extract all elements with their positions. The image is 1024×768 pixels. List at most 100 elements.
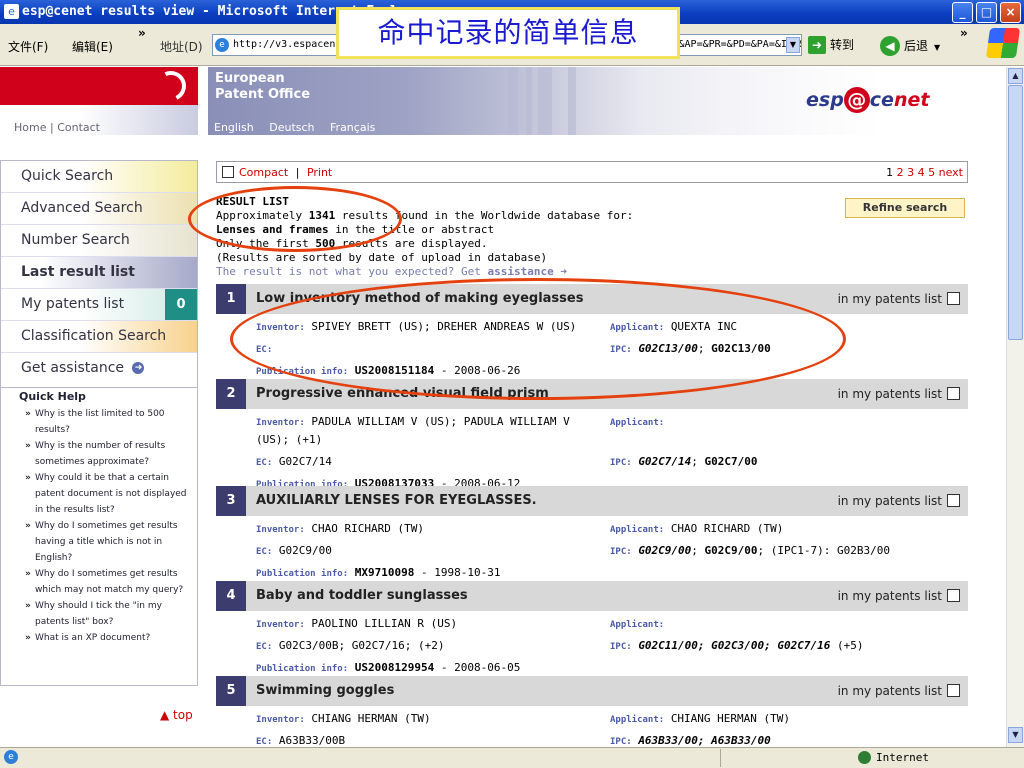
nav-advanced-search[interactable]: Advanced Search xyxy=(1,193,197,225)
go-label: 转到 xyxy=(830,38,855,52)
in-my-patents-checkbox[interactable] xyxy=(947,494,960,507)
contact-link[interactable]: Contact xyxy=(57,121,100,134)
ec-value: G02C7/14 xyxy=(278,455,332,468)
scroll-up-icon[interactable]: ▲ xyxy=(1008,68,1023,84)
result-header: 3 AUXILIARLY LENSES FOR EYEGLASSES. in my … xyxy=(216,486,968,516)
maximize-button[interactable]: □ xyxy=(976,2,997,23)
ec-field: EC: G02C9/00 xyxy=(256,544,332,557)
epo-title-line2: Patent Office xyxy=(215,87,311,102)
nav-last-result-list[interactable]: Last result list xyxy=(1,257,197,289)
compact-link[interactable]: Compact xyxy=(239,166,288,179)
inventor-field: Inventor: PADULA WILLIAM V (US); PADULA … xyxy=(256,415,570,428)
address-dropdown-icon[interactable]: ▼ xyxy=(786,37,800,53)
close-button[interactable]: × xyxy=(1000,2,1021,23)
quick-help-item[interactable]: Why should I tick the "in my patents lis… xyxy=(1,598,197,630)
lang-deutsch-link[interactable]: Deutsch xyxy=(269,121,314,134)
brand-part-3: net xyxy=(893,89,930,111)
page-link[interactable]: 3 xyxy=(907,166,914,179)
quick-help-item[interactable]: Why is the list limited to 500 results? xyxy=(1,406,197,438)
nav-number-search[interactable]: Number Search xyxy=(1,225,197,257)
ie-icon: e xyxy=(4,4,19,19)
nav-get-assistance-label: Get assistance xyxy=(21,360,125,376)
result-title-link[interactable]: AUXILIARLY LENSES FOR EYEGLASSES. xyxy=(256,493,537,508)
result-title-link[interactable]: Baby and toddler sunglasses xyxy=(256,588,468,603)
result-number: 4 xyxy=(216,581,246,611)
minimize-button[interactable]: _ xyxy=(952,2,973,23)
arrow-circle-icon: ➜ xyxy=(553,265,568,278)
up-triangle-icon: ▲ xyxy=(160,708,174,722)
in-my-patents-checkbox[interactable] xyxy=(947,684,960,697)
page-link[interactable]: 4 xyxy=(918,166,925,179)
my-patents-count-badge: 0 xyxy=(165,289,197,320)
annotation-label: 命中记录的简单信息 xyxy=(336,7,680,59)
quick-help-item[interactable]: Why do I sometimes get results having a … xyxy=(1,518,197,566)
brand-part-2: ce xyxy=(869,89,894,111)
quick-help-panel: Quick Help Why is the list limited to 50… xyxy=(0,388,198,686)
lang-francais-link[interactable]: Français xyxy=(330,121,375,134)
result-header: 5 Swimming goggles in my patents list xyxy=(216,676,968,706)
ipc-field: IPC: G02C7/14; G02C7/00 xyxy=(610,455,758,468)
nav-my-patents-list[interactable]: My patents list 0 xyxy=(1,289,197,321)
home-link[interactable]: Home xyxy=(14,121,46,134)
ipc-field: IPC: G02C9/00; G02C9/00; (IPC1-7): G02B3… xyxy=(610,544,890,557)
ipc-field: IPC: G02C11/00; G02C3/00; G02C7/16 (+5) xyxy=(610,639,864,652)
result-title-link[interactable]: Swimming goggles xyxy=(256,683,394,698)
nav-quick-search[interactable]: Quick Search xyxy=(1,161,197,193)
toolbar-more-chevron[interactable]: » xyxy=(960,26,968,40)
menu-edit[interactable]: 编辑(E) xyxy=(72,38,113,55)
publication-info-field: Publication info: US2008129954 - 2008-06… xyxy=(256,661,521,674)
epo-logo-icon xyxy=(151,67,191,106)
nav-get-assistance[interactable]: Get assistance ➜ xyxy=(1,353,197,385)
quick-help-item[interactable]: Why is the number of results sometimes a… xyxy=(1,438,197,470)
print-link[interactable]: Print xyxy=(307,166,332,179)
ipc-value-secondary[interactable]: G02C9/00 xyxy=(705,544,758,557)
back-button[interactable]: ◀ 后退 ▼ xyxy=(880,36,940,56)
view-links: Compact | Print xyxy=(239,166,332,179)
next-page-link[interactable]: next xyxy=(939,166,963,179)
nav-classification-search[interactable]: Classification Search xyxy=(1,321,197,353)
ipc-value-primary[interactable]: G02C7/14 xyxy=(638,455,691,468)
publication-number-link[interactable]: US2008129954 xyxy=(355,661,434,674)
zone-label: Internet xyxy=(876,751,929,764)
vertical-scrollbar[interactable]: ▲ ▼ xyxy=(1006,67,1024,747)
ec-field: EC: A63B33/00B xyxy=(256,734,346,747)
annotation-ellipse xyxy=(230,278,846,400)
menu-more-chevron[interactable]: » xyxy=(138,26,146,40)
applicant-field: Applicant: CHAO RICHARD (TW) xyxy=(610,522,784,535)
brand-part-1: esp xyxy=(806,89,844,111)
go-button[interactable]: ➜ 转到 xyxy=(808,36,854,54)
assistance-link[interactable]: assistance xyxy=(488,265,554,278)
scroll-thumb[interactable] xyxy=(1008,85,1023,340)
refine-search-button[interactable]: Refine search xyxy=(845,198,965,218)
quick-help-item[interactable]: Why do I sometimes get results which may… xyxy=(1,566,197,598)
inventor-value: CHIANG HERMAN (TW) xyxy=(311,712,431,725)
ipc-value-primary[interactable]: A63B33/00; A63B33/00 xyxy=(638,734,770,747)
ipc-value-primary[interactable]: G02C11/00; G02C3/00; G02C7/16 xyxy=(638,639,830,652)
result-number: 5 xyxy=(216,676,246,706)
publication-number-link[interactable]: MX9710098 xyxy=(355,566,415,579)
lang-english-link[interactable]: English xyxy=(214,121,254,134)
in-my-patents-checkbox[interactable] xyxy=(947,292,960,305)
status-bar: e Internet xyxy=(0,747,1024,768)
address-label: 地址(D) xyxy=(160,40,203,54)
left-nav: Quick Search Advanced Search Number Sear… xyxy=(0,160,198,388)
in-my-patents-label: in my patents list xyxy=(837,387,942,401)
applicant-field: Applicant: xyxy=(610,620,665,630)
ipc-value-extra: ; (IPC1-7): G02B3/00 xyxy=(757,544,890,557)
in-my-patents-checkbox[interactable] xyxy=(947,387,960,400)
menu-file[interactable]: 文件(F) xyxy=(8,38,48,55)
top-link[interactable]: ▲ top xyxy=(160,708,193,722)
applicant-field: Applicant: xyxy=(610,418,665,428)
page-link[interactable]: 2 xyxy=(897,166,904,179)
quick-help-item[interactable]: Why could it be that a certain patent do… xyxy=(1,470,197,518)
page-link[interactable]: 5 xyxy=(928,166,935,179)
back-dropdown-icon[interactable]: ▼ xyxy=(934,43,940,52)
top-link-label: top xyxy=(173,708,193,722)
applicant-value: CHAO RICHARD (TW) xyxy=(670,522,784,535)
compact-checkbox-icon[interactable] xyxy=(222,166,234,178)
quick-help-item[interactable]: What is an XP document? xyxy=(1,630,197,646)
ipc-value-primary[interactable]: G02C9/00 xyxy=(638,544,691,557)
ipc-value-secondary[interactable]: G02C7/00 xyxy=(705,455,758,468)
in-my-patents-checkbox[interactable] xyxy=(947,589,960,602)
scroll-down-icon[interactable]: ▼ xyxy=(1008,727,1023,743)
